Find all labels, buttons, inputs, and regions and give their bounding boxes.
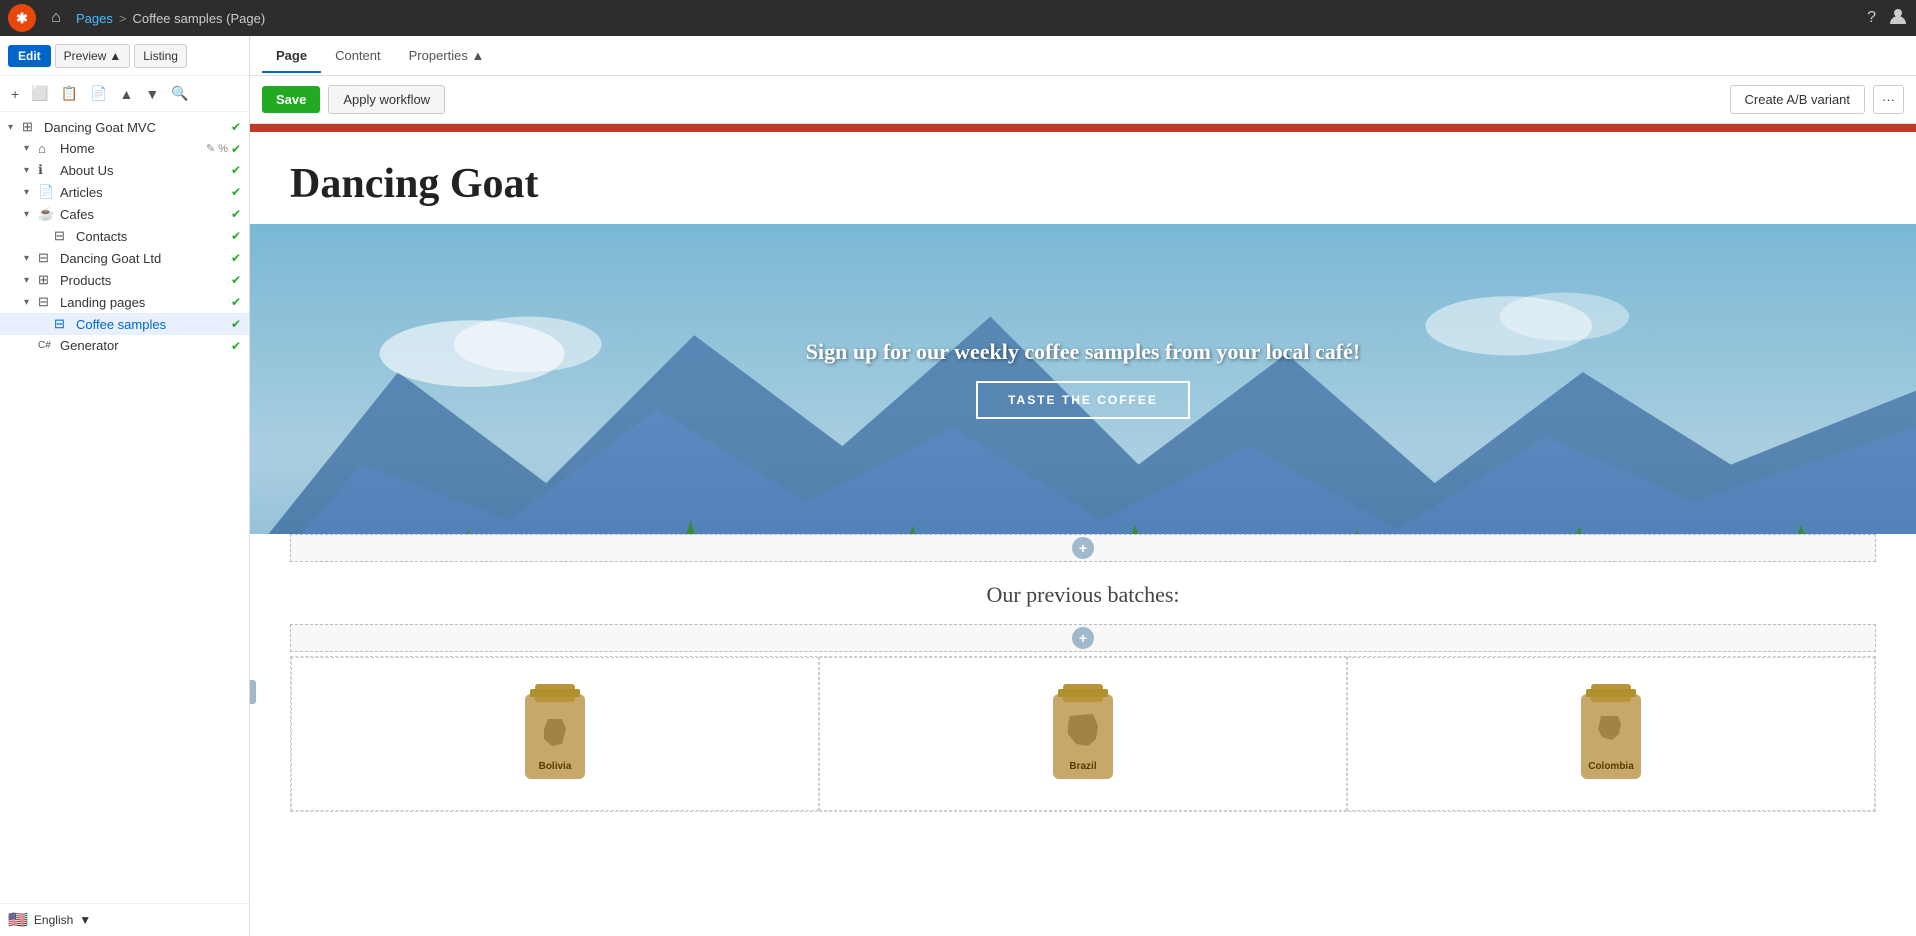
tree-item-cafes[interactable]: ▾ ☕ Cafes ✔	[0, 203, 249, 225]
tree: ▾ ⊞ Dancing Goat MVC ✔ ▾ ⌂ Home ✎ % ✔ ▾ …	[0, 112, 249, 903]
breadcrumb-pages[interactable]: Pages	[76, 11, 113, 26]
topbar-right: ?	[1867, 6, 1908, 31]
batches-title: Our previous batches:	[290, 582, 1876, 608]
preview-button[interactable]: Preview ▲	[55, 44, 131, 68]
svg-text:Bolivia: Bolivia	[539, 761, 572, 772]
save-button[interactable]: Save	[262, 86, 320, 113]
content-tabs: Page Content Properties ▲	[250, 36, 1916, 76]
coffee-bag-brazil: Brazil	[1038, 674, 1128, 794]
language-flag: 🇺🇸	[8, 910, 28, 930]
tree-item-coffee-samples[interactable]: ⊟ Coffee samples ✔	[0, 313, 249, 335]
home-icon[interactable]: ⌂	[44, 6, 68, 30]
listing-button[interactable]: Listing	[134, 44, 187, 68]
breadcrumb-separator: >	[119, 11, 127, 26]
tree-item-landing-pages[interactable]: ▾ ⊟ Landing pages ✔	[0, 291, 249, 313]
language-dropdown-arrow: ▼	[79, 913, 91, 927]
edit-button[interactable]: Edit	[8, 45, 51, 67]
more-options-button[interactable]: ···	[1873, 85, 1904, 114]
sidebar: Edit Preview ▲ Listing + ⬜ 📋 📄 ▲ ▼ 🔍 ▾ ⊞…	[0, 36, 250, 936]
svg-text:Colombia: Colombia	[1588, 761, 1634, 772]
products-grid: Bolivia	[290, 656, 1876, 812]
help-icon[interactable]: ?	[1867, 9, 1876, 27]
sidebar-actions: + ⬜ 📋 📄 ▲ ▼ 🔍	[0, 76, 249, 112]
tab-properties[interactable]: Properties ▲	[395, 40, 499, 73]
page-title-area: Dancing Goat	[250, 132, 1916, 224]
tree-item-dancing-goat-ltd[interactable]: ▾ ⊟ Dancing Goat Ltd ✔	[0, 247, 249, 269]
tab-page[interactable]: Page	[262, 40, 321, 73]
copy-icon[interactable]: 📋	[58, 83, 81, 104]
product-cell-brazil: Brazil	[819, 657, 1347, 811]
main-layout: Edit Preview ▲ Listing + ⬜ 📋 📄 ▲ ▼ 🔍 ▾ ⊞…	[0, 36, 1916, 936]
new-page-icon[interactable]: ⬜	[28, 83, 51, 104]
hero-text: Sign up for our weekly coffee samples fr…	[806, 339, 1360, 365]
create-ab-variant-button[interactable]: Create A/B variant	[1730, 85, 1866, 114]
tree-item-about-us[interactable]: ▾ ℹ About Us ✔	[0, 159, 249, 181]
add-block-circle-icon: +	[1072, 537, 1094, 559]
hero-background	[250, 224, 1916, 534]
expand-icon: ▾	[8, 122, 22, 133]
sidebar-footer[interactable]: 🇺🇸 English ▼	[0, 903, 249, 936]
hero-wrapper: Sign up for our weekly coffee samples fr…	[250, 224, 1916, 562]
coffee-bag-bolivia: Bolivia	[510, 674, 600, 794]
product-cell-colombia: Colombia	[1347, 657, 1875, 811]
tree-item-products[interactable]: ▾ ⊞ Products ✔	[0, 269, 249, 291]
page-site-title: Dancing Goat	[290, 160, 1876, 208]
topbar: ✱ ⌂ Pages > Coffee samples (Page) ?	[0, 0, 1916, 36]
move-down-icon[interactable]: ▼	[142, 84, 162, 104]
language-label: English	[34, 913, 73, 927]
logo[interactable]: ✱	[8, 4, 36, 32]
previous-batches-section: + Our previous batches: +	[250, 562, 1916, 822]
add-block-above-grid[interactable]: +	[290, 624, 1876, 652]
add-block-between[interactable]: +	[290, 534, 1876, 562]
add-block-circle-top: +	[1072, 627, 1094, 649]
tree-item-articles[interactable]: ▾ 📄 Articles ✔	[0, 181, 249, 203]
user-icon[interactable]	[1888, 6, 1908, 31]
svg-text:Brazil: Brazil	[1069, 761, 1096, 772]
apply-workflow-button[interactable]: Apply workflow	[328, 85, 445, 114]
hero-section: Sign up for our weekly coffee samples fr…	[250, 224, 1916, 534]
move-up-icon[interactable]: ▲	[117, 84, 137, 104]
paste-icon[interactable]: 📄	[87, 83, 110, 104]
tab-content[interactable]: Content	[321, 40, 395, 73]
add-icon[interactable]: +	[8, 84, 22, 104]
tree-item-home[interactable]: ▾ ⌂ Home ✎ % ✔	[0, 138, 249, 159]
page-preview: Dancing Goat	[250, 124, 1916, 936]
breadcrumb-current: Coffee samples (Page)	[132, 11, 265, 26]
product-cell-bolivia: Bolivia	[291, 657, 819, 811]
hero-cta-button[interactable]: TASTE THE COFFEE	[976, 381, 1190, 419]
tree-item-generator[interactable]: C# Generator ✔	[0, 335, 249, 356]
sidebar-toolbar: Edit Preview ▲ Listing	[0, 36, 249, 76]
page-content: Dancing Goat	[250, 132, 1916, 936]
tree-item-dancing-goat-mvc[interactable]: ▾ ⊞ Dancing Goat MVC ✔	[0, 116, 249, 138]
red-banner	[250, 124, 1916, 132]
action-bar: Save Apply workflow Create A/B variant ·…	[250, 76, 1916, 124]
search-icon[interactable]: 🔍	[168, 83, 191, 104]
coffee-bag-colombia: Colombia	[1566, 674, 1656, 794]
breadcrumb: Pages > Coffee samples (Page)	[76, 11, 265, 26]
content-area: Page Content Properties ▲ Save Apply wor…	[250, 36, 1916, 936]
tree-item-contacts[interactable]: ⊟ Contacts ✔	[0, 225, 249, 247]
side-add-button[interactable]: +	[250, 680, 256, 704]
